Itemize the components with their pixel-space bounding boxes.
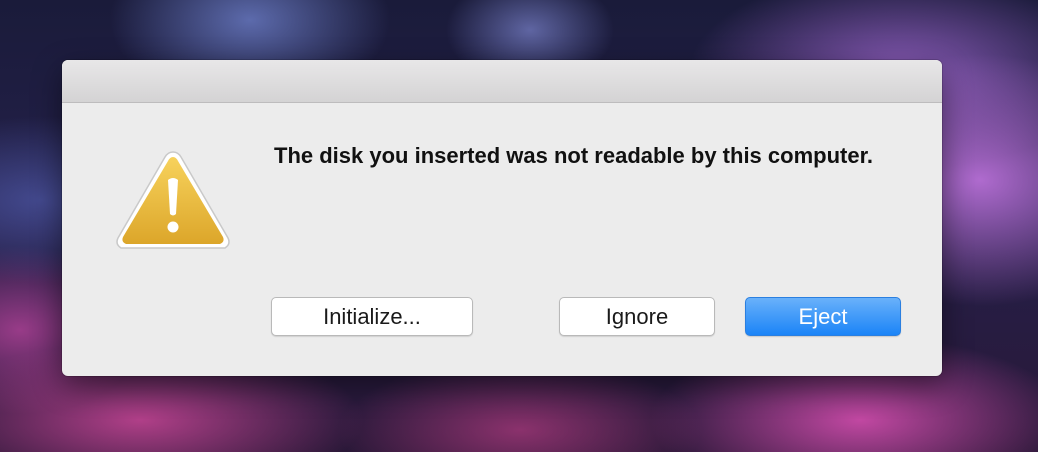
ignore-button[interactable]: Ignore: [559, 297, 715, 336]
initialize-button[interactable]: Initialize...: [271, 297, 473, 336]
alert-dialog: The disk you inserted was not readable b…: [62, 60, 942, 376]
dialog-message: The disk you inserted was not readable b…: [274, 143, 874, 168]
eject-button[interactable]: Eject: [745, 297, 901, 336]
warning-triangle-icon: [112, 146, 234, 254]
dialog-titlebar[interactable]: [62, 60, 942, 103]
